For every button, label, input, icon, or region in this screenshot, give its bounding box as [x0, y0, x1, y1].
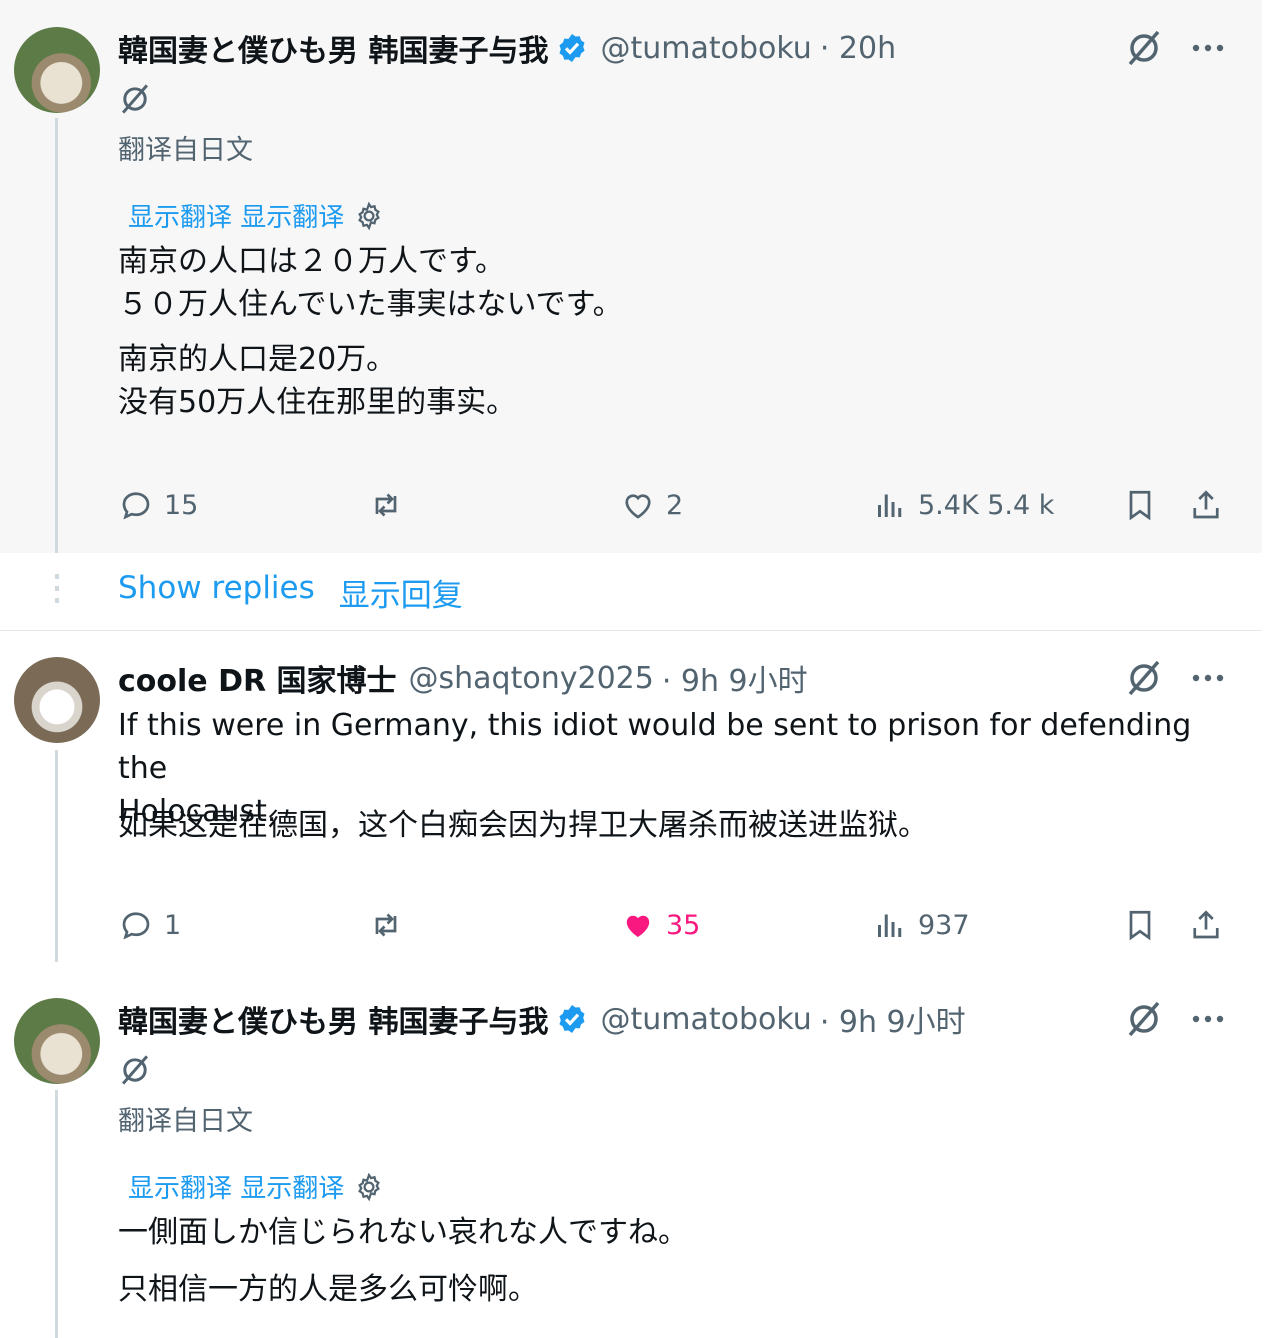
like-button[interactable]: 2 — [620, 487, 683, 523]
thread-dots — [55, 574, 59, 610]
grok-slash-icon[interactable] — [1124, 999, 1164, 1039]
reply-button[interactable]: 1 — [118, 907, 181, 943]
handle[interactable]: @shaqtony2025 — [409, 661, 654, 696]
verified-badge-icon — [559, 34, 585, 62]
like-count: 2 — [666, 489, 684, 521]
text-line: 南京の人口は２０万人です。 — [118, 244, 505, 279]
more-icon[interactable] — [1192, 43, 1224, 53]
tweet-translated-text: 南京的人口是20万。 没有50万人住在那里的事实。 — [118, 338, 1228, 424]
bookmark-icon — [1129, 490, 1151, 521]
timestamp[interactable]: · 9h 9小时 — [662, 656, 808, 700]
tweet-3[interactable]: 韓国妻と僕ひも男 韩国妻子与我 @tumatoboku · 9h 9小时 翻译自… — [0, 970, 1262, 1338]
text-line: ５０万人住んでいた事実はないです。 — [118, 287, 623, 322]
like-icon — [625, 494, 651, 519]
show-translation-link[interactable]: 显示翻译 显示翻译 — [128, 1168, 384, 1205]
retweet-button[interactable] — [368, 907, 404, 943]
corner-actions — [1124, 28, 1224, 68]
gear-icon[interactable] — [354, 1172, 384, 1202]
gear-icon[interactable] — [354, 201, 384, 231]
text-line: 没有50万人住在那里的事实。 — [118, 385, 517, 420]
reply-count: 1 — [164, 909, 182, 941]
like-icon — [626, 915, 650, 937]
show-replies-row: Show replies 显示回复 — [0, 556, 1262, 628]
tweet-header: coole DR 国家博士 @shaqtony2025 · 9h 9小时 — [118, 656, 1262, 700]
text-line: If this were in Germany, this idiot woul… — [118, 708, 1192, 786]
tweet-translated-text: 只相信一方的人是多么可怜啊。 — [118, 1268, 1228, 1311]
reply-count: 15 — [164, 489, 199, 521]
more-icon[interactable] — [1192, 1014, 1224, 1024]
bookmark-button[interactable] — [1122, 487, 1158, 523]
corner-actions — [1124, 658, 1224, 698]
text-line: 只相信一方的人是多么可怜啊。 — [118, 1272, 538, 1307]
grok-slash-icon[interactable] — [118, 1053, 152, 1087]
reply-button[interactable]: 15 — [118, 487, 198, 523]
reply-icon — [122, 912, 150, 940]
show-replies-link[interactable]: Show replies 显示回复 — [118, 570, 463, 615]
more-icon[interactable] — [1192, 673, 1224, 683]
grok-slash-icon[interactable] — [1124, 28, 1164, 68]
view-count: 937 — [918, 909, 970, 941]
retweet-button[interactable] — [368, 487, 404, 523]
grok-slash-icon[interactable] — [118, 82, 152, 116]
avatar[interactable] — [14, 657, 100, 743]
tweet-translated-text: 如果这是在德国，这个白痴会因为捍卫大屠杀而被送进监狱。 — [118, 804, 1228, 847]
action-bar: 1 35 937 — [118, 907, 1262, 947]
views-button[interactable]: 937 — [872, 907, 970, 943]
tweet-original-text: 南京の人口は２０万人です。 ５０万人住んでいた事実はないです。 — [118, 240, 1228, 326]
timestamp[interactable]: · 20h — [820, 31, 896, 66]
translated-from-label: 翻译自日文 — [118, 135, 253, 166]
tweet-original-text: 一側面しか信じられない哀れな人ですね。 — [118, 1211, 1228, 1254]
handle[interactable]: @tumatoboku — [600, 31, 811, 66]
action-bar: 15 2 5.4K 5.4 k — [118, 487, 1262, 527]
retweet-icon — [375, 493, 397, 517]
show-translation-label[interactable]: 显示翻译 显示翻译 — [128, 197, 344, 234]
handle[interactable]: @tumatoboku — [600, 1002, 811, 1037]
view-count: 5.4K 5.4 k — [918, 489, 1055, 521]
share-button[interactable] — [1188, 907, 1224, 943]
text-line: 如果这是在德国，这个白痴会因为捍卫大屠杀而被送进监狱。 — [118, 808, 928, 843]
bookmark-icon — [1129, 910, 1151, 941]
tweet-header: 韓国妻と僕ひも男 韩国妻子与我 @tumatoboku · 9h 9小时 — [118, 997, 1262, 1041]
avatar[interactable] — [14, 998, 100, 1084]
tweet-header: 韓国妻と僕ひも男 韩国妻子与我 @tumatoboku · 20h — [118, 26, 1262, 70]
thread-line — [55, 118, 58, 553]
retweet-icon — [375, 913, 397, 937]
display-name[interactable]: 韓国妻と僕ひも男 韩国妻子与我 — [118, 26, 548, 70]
verified-badge-icon — [559, 1005, 585, 1033]
show-translation-label[interactable]: 显示翻译 显示翻译 — [128, 1168, 344, 1205]
thread-line — [55, 1090, 58, 1338]
divider — [0, 630, 1262, 631]
display-name[interactable]: coole DR 国家博士 — [118, 656, 397, 700]
views-button[interactable]: 5.4K 5.4 k — [872, 487, 1054, 523]
tweet-2[interactable]: coole DR 国家博士 @shaqtony2025 · 9h 9小时 If … — [0, 632, 1262, 962]
share-icon — [1193, 490, 1219, 519]
tweet-1[interactable]: 韓国妻と僕ひも男 韩国妻子与我 @tumatoboku · 20h 翻译自日文 … — [0, 0, 1262, 553]
text-line: 一側面しか信じられない哀れな人ですね。 — [118, 1215, 688, 1250]
avatar[interactable] — [14, 27, 100, 113]
grok-slash-icon[interactable] — [1124, 658, 1164, 698]
translated-from-label: 翻译自日文 — [118, 1106, 253, 1137]
thread-line — [55, 750, 58, 962]
text-line: 南京的人口是20万。 — [118, 342, 397, 377]
like-count: 35 — [666, 909, 701, 941]
show-replies-label-en[interactable]: Show replies — [118, 570, 315, 615]
bookmark-button[interactable] — [1122, 907, 1158, 943]
display-name[interactable]: 韓国妻と僕ひも男 韩国妻子与我 — [118, 997, 548, 1041]
share-button[interactable] — [1188, 487, 1224, 523]
corner-actions — [1124, 999, 1224, 1039]
timestamp[interactable]: · 9h 9小时 — [820, 997, 966, 1041]
views-icon — [878, 494, 902, 517]
show-translation-link[interactable]: 显示翻译 显示翻译 — [128, 197, 384, 234]
reply-icon — [122, 492, 150, 520]
like-button[interactable]: 35 — [620, 907, 700, 943]
show-replies-label-zh[interactable]: 显示回复 — [339, 570, 463, 615]
share-icon — [1193, 910, 1219, 939]
views-icon — [878, 914, 902, 937]
